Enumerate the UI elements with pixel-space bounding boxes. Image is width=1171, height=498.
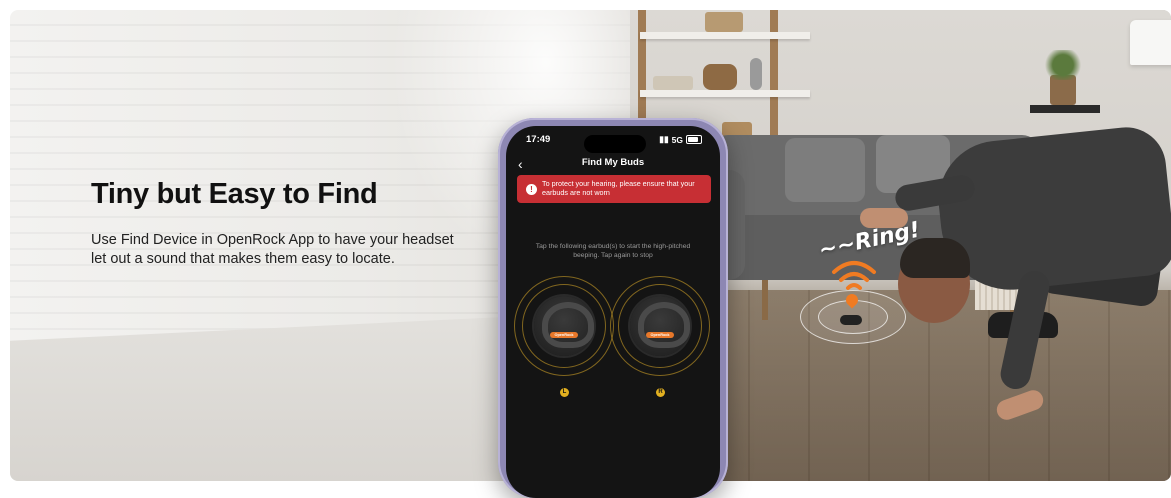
earbud-hook — [542, 302, 594, 348]
earbud-right-badge: R — [656, 388, 665, 397]
status-time: 17:49 — [526, 134, 551, 145]
earbud-image: OpenRock — [630, 296, 690, 356]
hearing-warning-banner: ! To protect your hearing, please ensure… — [517, 175, 711, 203]
floor-lamp — [1130, 20, 1171, 65]
shelf-basket — [703, 64, 737, 90]
earbud-image: OpenRock — [534, 296, 594, 356]
side-table — [1030, 105, 1100, 113]
sofa-leg — [762, 280, 768, 320]
earbud-left-badge: L — [560, 388, 569, 397]
earbud-brand-logo: OpenRock — [646, 332, 674, 338]
feature-description: Use Find Device in OpenRock App to have … — [91, 232, 454, 267]
shelf-board — [640, 90, 810, 97]
dynamic-island — [584, 135, 646, 153]
signal-icon: ▮▮ — [659, 134, 669, 144]
earbud-on-floor — [840, 315, 862, 325]
shelf-vase — [750, 58, 762, 90]
earbud-brand-logo: OpenRock — [550, 332, 578, 338]
earbud-hook — [638, 302, 690, 348]
shelf-box — [705, 12, 743, 32]
sofa-pillow — [785, 138, 865, 202]
shelf-books — [653, 76, 693, 90]
earbud-right-button[interactable]: OpenRock — [610, 276, 710, 376]
screen-title: Find My Buds — [581, 157, 645, 168]
network-label: 5G — [671, 134, 683, 145]
plant — [1042, 50, 1084, 80]
status-indicators: ▮▮ 5G — [659, 134, 702, 145]
phone-screen: 17:49 ▮▮ 5G ‹ Find My Buds ! To protect … — [506, 126, 720, 498]
warning-icon: ! — [526, 183, 537, 195]
battery-icon — [686, 135, 702, 144]
earbud-left-button[interactable]: OpenRock — [514, 276, 614, 376]
page-title: Tiny but Easy to Find — [91, 178, 378, 210]
instruction-text: Tap the following earbud(s) to start the… — [535, 243, 691, 259]
warning-text: To protect your hearing, please ensure t… — [542, 179, 695, 197]
shelf-board — [640, 32, 810, 39]
